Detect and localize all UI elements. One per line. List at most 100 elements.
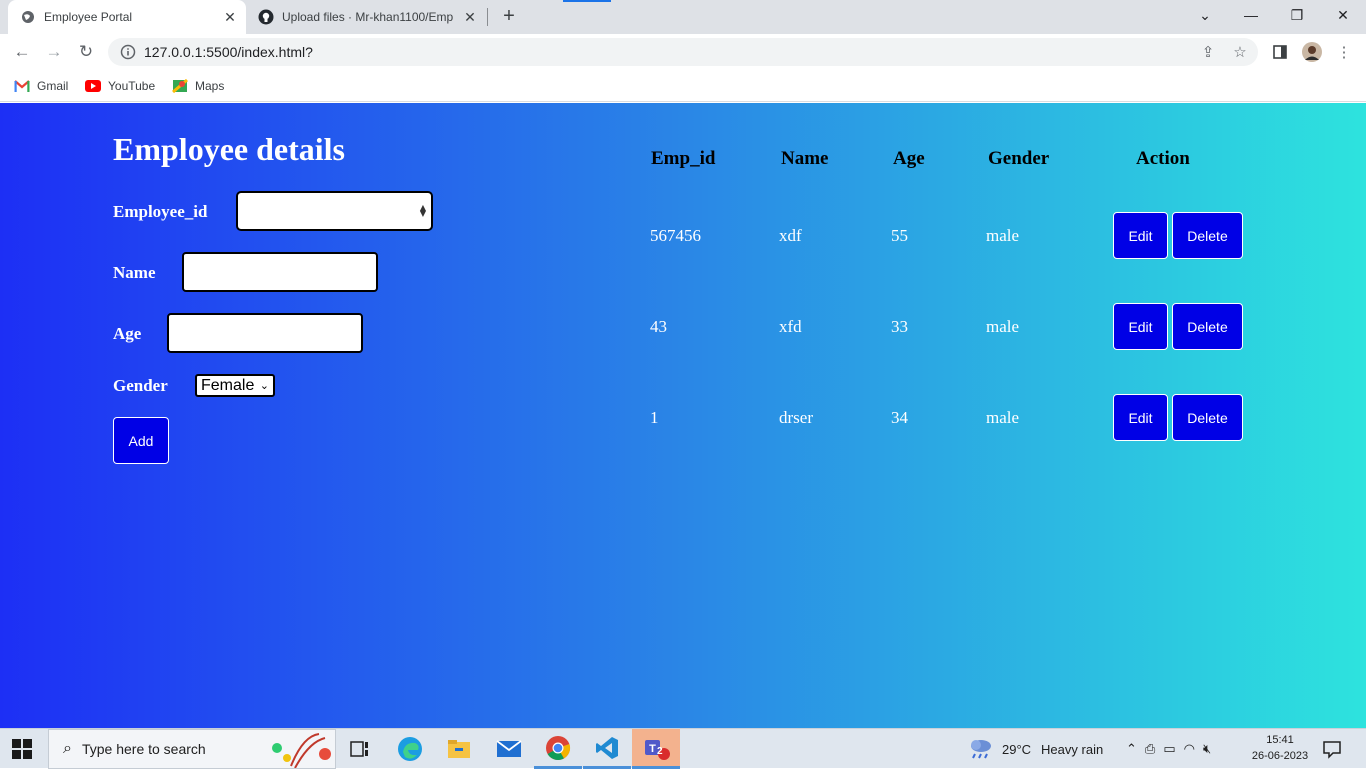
gender-select[interactable]: Female ⌄ [195,374,275,397]
cell-emp-id: 567456 [650,226,701,245]
age-label: Age [113,324,142,343]
site-info-icon[interactable] [120,44,136,60]
close-window-icon[interactable]: ✕ [1329,4,1357,26]
delete-button[interactable]: Delete [1172,212,1243,259]
restore-icon[interactable]: ❐ [1283,4,1311,26]
maps-icon [172,78,188,94]
cell-gender: male [986,408,1020,427]
bookmark-label: YouTube [108,79,156,93]
form-title: Employee details [113,131,345,167]
speaker-muted-icon[interactable]: 🔇︎ [1203,741,1211,757]
bookmark-youtube[interactable]: YouTube [85,76,155,96]
menu-kebab-icon[interactable]: ⋮ [1334,42,1354,62]
back-icon[interactable]: ← [10,41,34,63]
gender-selected-value: Female [201,377,255,394]
tab-upload-files[interactable]: Upload files · Mr-khan1100/Emp... ✕ [250,0,486,34]
profile-avatar-icon[interactable] [1302,42,1322,62]
clock[interactable]: 15:41 26-06-2023 [1250,732,1310,764]
wifi-icon[interactable]: ◠ [1184,741,1195,757]
github-icon [258,9,274,25]
bookmarks-bar: Gmail YouTube Maps [0,70,1366,102]
header-action: Action [1136,148,1190,169]
system-tray: ⌃ ⎙ ▭ ◠ 🔇︎ [1126,739,1211,759]
edge-icon[interactable] [386,729,434,769]
globe-icon [20,9,36,25]
edit-button[interactable]: Edit [1113,212,1168,259]
cell-emp-id: 43 [650,317,667,336]
battery-icon[interactable]: ▭ [1163,741,1175,757]
number-spinner-icon[interactable]: ▲ ▼ [420,204,426,218]
address-bar[interactable]: 127.0.0.1:5500/index.html? [108,38,1258,66]
task-view-icon[interactable] [336,729,384,769]
tab-strip: Employee Portal ✕ Upload files · Mr-khan… [0,0,1366,34]
age-input[interactable] [167,313,363,353]
meet-now-icon[interactable]: ⎙ [1145,741,1155,757]
header-age: Age [893,148,925,169]
weather-widget[interactable]: 29°C Heavy rain [968,737,1103,761]
address-text: 127.0.0.1:5500/index.html? [144,44,313,60]
weather-temp: 29°C [1002,741,1032,757]
gmail-icon [14,78,30,94]
new-tab-icon[interactable]: + [498,5,520,27]
delete-button[interactable]: Delete [1172,394,1243,441]
clock-date: 26-06-2023 [1251,750,1309,762]
edit-button[interactable]: Edit [1113,394,1168,441]
header-emp-id: Emp_id [651,148,716,169]
page-content: Employee details Employee_id ▲ ▼ Name Age… [0,103,1366,728]
bookmark-label: Gmail [37,79,69,93]
delete-button[interactable]: Delete [1172,303,1243,350]
notification-icon[interactable] [1322,739,1342,759]
tab-title: Upload files · Mr-khan1100/Emp... [282,10,454,24]
forward-icon[interactable]: → [42,41,66,63]
name-label: Name [113,263,156,282]
tab-title: Employee Portal [44,10,133,24]
taskbar: ⌕ Type here to search T 2 29°C Heavy rai… [0,728,1366,769]
weather-text: Heavy rain [1041,741,1104,757]
chrome-icon[interactable] [534,729,582,769]
cell-age: 33 [891,317,908,336]
cell-gender: male [986,226,1020,245]
chevron-down-icon: ⌄ [259,380,269,392]
header-gender: Gender [988,148,1050,169]
vscode-icon[interactable] [583,729,631,769]
youtube-icon [85,78,101,94]
windows-start-icon[interactable] [12,739,32,759]
bookmark-gmail[interactable]: Gmail [14,76,68,96]
side-panel-icon[interactable] [1270,42,1290,62]
tab-separator [487,8,488,26]
tab-search-indicator [563,0,611,2]
cell-name: xfd [779,317,802,336]
svg-text:T: T [649,743,656,755]
close-tab-icon[interactable]: ✕ [222,9,238,25]
bookmark-maps[interactable]: Maps [172,76,224,96]
file-explorer-icon[interactable] [435,729,483,769]
tab-employee-portal[interactable]: Employee Portal ✕ [8,0,246,34]
header-name: Name [781,148,829,169]
employee-id-input[interactable]: ▲ ▼ [236,191,433,231]
cell-emp-id: 1 [650,408,659,427]
add-button[interactable]: Add [113,417,169,464]
mail-icon[interactable] [485,729,533,769]
cell-age: 34 [891,408,908,427]
search-highlight-dna-icon [269,732,333,771]
search-icon: ⌕ [63,740,72,757]
rain-cloud-icon [968,737,994,762]
tab-search-chevron-icon[interactable]: ⌄ [1191,4,1219,26]
name-input[interactable] [182,252,378,292]
teams-badge: 2 [657,746,663,757]
search-placeholder: Type here to search [81,741,206,757]
share-icon[interactable]: ⇪ [1198,42,1218,62]
cell-name: xdf [779,226,802,245]
minimize-icon[interactable]: — [1237,4,1265,26]
bookmark-star-icon[interactable]: ☆ [1230,42,1250,62]
chevron-up-icon[interactable]: ⌃ [1126,741,1137,757]
edit-button[interactable]: Edit [1113,303,1168,350]
teams-icon[interactable]: T [632,729,680,769]
cell-name: drser [779,408,813,427]
taskbar-search-input[interactable]: ⌕ Type here to search [48,729,336,769]
bookmark-label: Maps [195,79,225,93]
cell-age: 55 [891,226,908,245]
reload-icon[interactable]: ↻ [74,41,98,63]
browser-toolbar: ← → ↻ 127.0.0.1:5500/index.html? ⇪ ☆ ⋮ [0,34,1366,70]
close-tab-icon[interactable]: ✕ [462,9,478,25]
